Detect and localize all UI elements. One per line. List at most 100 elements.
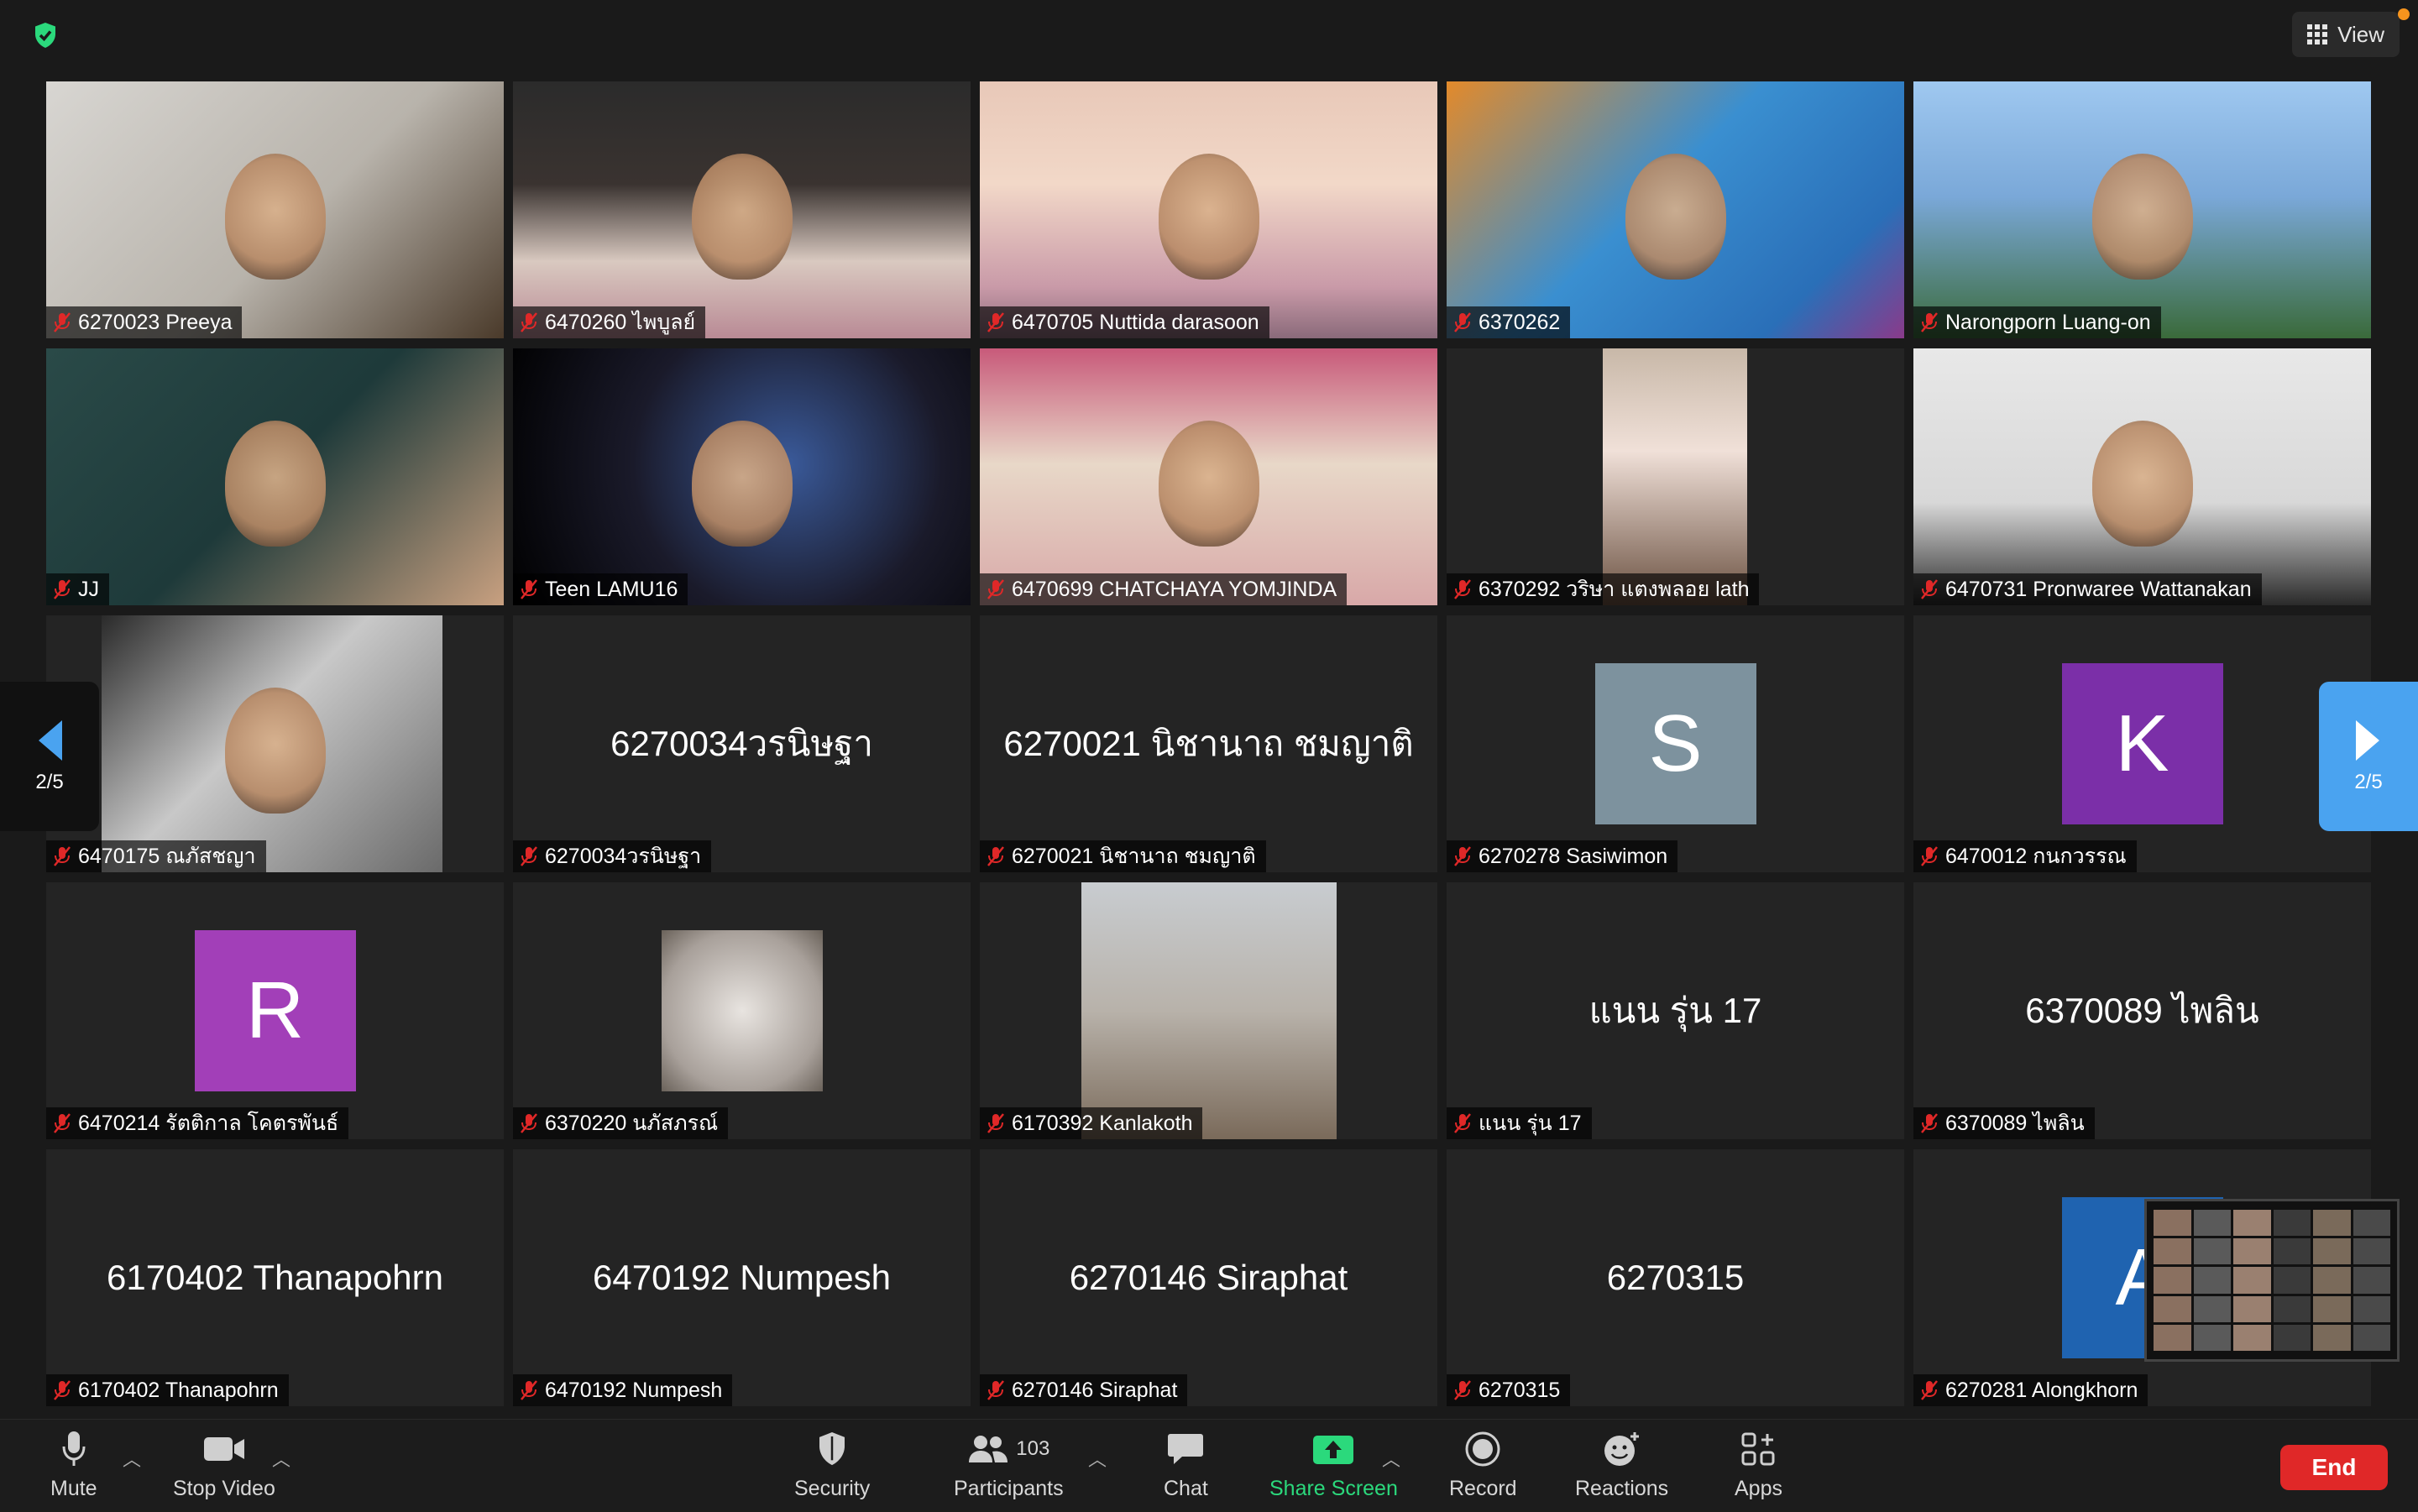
participant-tile[interactable]: 6170392 Kanlakoth [980, 882, 1437, 1139]
participant-tile[interactable]: S 6270278 Sasiwimon [1447, 615, 1904, 872]
muted-microphone-icon [521, 1380, 537, 1400]
participant-tile[interactable]: 6470705 Nuttida darasoon [980, 81, 1437, 338]
participant-nametag: 6170402 Thanapohrn [46, 1374, 289, 1406]
apps-label: Apps [1735, 1477, 1782, 1500]
participant-tile[interactable]: 6270023 Preeya [46, 81, 504, 338]
participant-nametag: 6270281 Alongkhorn [1913, 1374, 2148, 1406]
participant-tile[interactable]: 6370220 นภัสภรณ์ [513, 882, 971, 1139]
participant-nametag: 6470012 กนกวรรณ [1913, 840, 2137, 872]
participant-nametag: Narongporn Luang-on [1913, 306, 2161, 338]
participant-video [1081, 882, 1337, 1139]
mute-button[interactable]: Mute [50, 1430, 97, 1501]
participant-nametag: 6470731 Pronwaree Wattanakan [1913, 573, 2262, 605]
muted-microphone-icon [1921, 312, 1938, 332]
muted-microphone-icon [54, 1380, 71, 1400]
muted-microphone-icon [521, 312, 537, 332]
muted-microphone-icon [54, 846, 71, 866]
thumbnail-cell [2233, 1324, 2271, 1351]
muted-microphone-icon [1454, 846, 1471, 866]
record-button[interactable]: Record [1449, 1430, 1517, 1501]
participant-video [1447, 348, 1904, 605]
participant-name: 6170402 Thanapohrn [78, 1378, 279, 1402]
thumbnail-cell [2273, 1238, 2311, 1265]
participant-name: 6270034วรนิษฐา [545, 845, 702, 868]
apps-button[interactable]: Apps [1735, 1430, 1782, 1501]
participant-tile[interactable]: 6270315 6270315 [1447, 1149, 1904, 1406]
arrow-right-icon [2356, 720, 2379, 761]
participant-center-name: 6470192 Numpesh [593, 1258, 891, 1297]
participant-tile[interactable]: 6370292 วริษา แตงพลอย lath [1447, 348, 1904, 605]
view-button[interactable]: View [2292, 12, 2400, 57]
participant-tile[interactable]: 6470731 Pronwaree Wattanakan [1913, 348, 2371, 605]
participant-tile[interactable]: 6170402 Thanapohrn 6170402 Thanapohrn [46, 1149, 504, 1406]
participant-nametag: 6370089 ไพลิน [1913, 1107, 2095, 1139]
participant-tile[interactable]: 6470192 Numpesh 6470192 Numpesh [513, 1149, 971, 1406]
people-icon [969, 1436, 1008, 1462]
participant-name: Teen LAMU16 [545, 577, 678, 601]
muted-microphone-icon [1921, 846, 1938, 866]
participant-name: 6470175 ณภัสชญา [78, 845, 256, 868]
share-screen-button[interactable]: Share Screen [1269, 1430, 1398, 1501]
reactions-label: Reactions [1575, 1477, 1669, 1500]
stop-video-button[interactable]: Stop Video [173, 1430, 275, 1501]
participant-tile[interactable]: JJ [46, 348, 504, 605]
participant-nametag: Teen LAMU16 [513, 573, 688, 605]
participant-nametag: 6270315 [1447, 1374, 1571, 1406]
participant-face [2091, 153, 2193, 280]
participant-center-name: 6270315 [1606, 1258, 1745, 1297]
participant-center-name: 6270034วรนิษฐา [610, 724, 873, 763]
chat-bubble-icon [1167, 1430, 1204, 1468]
participant-tile[interactable]: 6370262 [1447, 81, 1904, 338]
participant-tile[interactable]: 6370089 ไพลิน 6370089 ไพลิน [1913, 882, 2371, 1139]
participant-face [1158, 153, 1259, 280]
thumbnail-cell [2353, 1210, 2390, 1237]
participant-nametag: 6270021 นิชานาถ ชมญาติ [980, 840, 1266, 872]
muted-microphone-icon [1454, 1113, 1471, 1133]
participant-tile[interactable]: 6470260 ไพบูลย์ [513, 81, 971, 338]
thumbnail-cell [2193, 1210, 2231, 1237]
participant-nametag: 6370262 [1447, 306, 1571, 338]
muted-microphone-icon [54, 579, 71, 599]
participants-options-caret[interactable]: ︿ [1088, 1445, 1107, 1472]
end-meeting-button[interactable]: End [2280, 1445, 2388, 1490]
participant-nametag: 6270034วรนิษฐา [513, 840, 712, 872]
participant-tile[interactable]: Narongporn Luang-on [1913, 81, 2371, 338]
participant-tile[interactable]: 6470699 CHATCHAYA YOMJINDA [980, 348, 1437, 605]
audio-options-caret[interactable]: ︿ [123, 1445, 141, 1472]
muted-microphone-icon [1454, 1380, 1471, 1400]
apps-icon [1740, 1430, 1776, 1468]
muted-microphone-icon [987, 846, 1004, 866]
muted-microphone-icon [987, 312, 1004, 332]
muted-microphone-icon [54, 1113, 71, 1133]
thumbnail-cell [2233, 1210, 2271, 1237]
participant-face [224, 420, 326, 547]
participant-center-name: 6170402 Thanapohrn [107, 1258, 443, 1297]
security-button[interactable]: Security [794, 1430, 870, 1501]
participant-tile[interactable]: K 6470012 กนกวรรณ [1913, 615, 2371, 872]
participant-tile[interactable]: Teen LAMU16 [513, 348, 971, 605]
muted-microphone-icon [1454, 579, 1471, 599]
participant-name: 6270315 [1479, 1378, 1561, 1402]
thumbnail-cell [2154, 1210, 2191, 1237]
participant-tile[interactable]: 6470175 ณภัสชญา [46, 615, 504, 872]
smiley-plus-icon [1603, 1430, 1641, 1468]
security-shield-icon[interactable] [30, 20, 60, 50]
floating-gallery-thumbnail[interactable] [2144, 1199, 2400, 1362]
thumbnail-cell [2154, 1267, 2191, 1294]
notification-dot [2398, 8, 2410, 20]
security-shield-icon [815, 1430, 849, 1468]
previous-page-button[interactable]: 2/5 [0, 682, 99, 831]
participant-tile[interactable]: R 6470214 รัตติกาล โคตรพันธ์ [46, 882, 504, 1139]
next-page-button[interactable]: 2/5 [2319, 682, 2418, 831]
mute-label: Mute [50, 1477, 97, 1500]
participant-tile[interactable]: แนน รุ่น 17 แนน รุ่น 17 [1447, 882, 1904, 1139]
participant-tile[interactable]: 6270146 Siraphat 6270146 Siraphat [980, 1149, 1437, 1406]
participant-tile[interactable]: 6270021 นิชานาถ ชมญาติ 6270021 นิชานาถ ชม… [980, 615, 1437, 872]
chat-button[interactable]: Chat [1164, 1430, 1208, 1501]
video-options-caret[interactable]: ︿ [272, 1445, 290, 1472]
participant-tile[interactable]: 6270034วรนิษฐา 6270034วรนิษฐา [513, 615, 971, 872]
participants-count: 103 [1016, 1437, 1050, 1460]
reactions-button[interactable]: Reactions [1575, 1430, 1668, 1501]
participants-button[interactable]: 103 Participants [954, 1430, 1064, 1501]
share-options-caret[interactable]: ︿ [1382, 1445, 1400, 1472]
